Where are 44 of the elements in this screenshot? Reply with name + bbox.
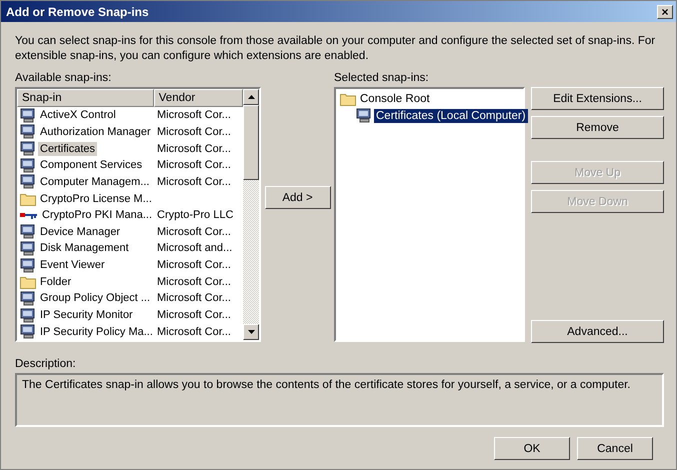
vendor-cell-text: Microsoft Cor... <box>156 142 231 155</box>
vendor-cell-text: Microsoft Cor... <box>156 259 231 272</box>
snapin-name[interactable]: CryptoPro License M... <box>38 192 154 206</box>
dialog-button[interactable]: OK <box>494 437 570 460</box>
vendor-cell-text: Microsoft Cor... <box>156 292 231 304</box>
add-button[interactable]: Add > <box>264 186 330 209</box>
vendor-cell-text: Microsoft Cor... <box>156 159 231 172</box>
vendor-cell-text: Microsoft Cor... <box>156 176 231 188</box>
snapin-name[interactable]: Computer Managem... <box>38 174 152 189</box>
snapin-name[interactable]: ActiveX Control <box>38 108 118 122</box>
description-text: The Certificates snap-in allows you to browse the contents of the certificate stores for yourself, a service, or a computer. <box>22 379 631 391</box>
vendor-cell-text: Microsoft Cor... <box>156 309 231 321</box>
vendor-cell-text: Microsoft Cor... <box>156 276 231 288</box>
vendor-cell-text: Microsoft and... <box>156 242 232 254</box>
available-snapins-label: Available snap-ins: <box>15 72 112 86</box>
vendor-cell-text: Microsoft Cor... <box>156 226 231 238</box>
tree-item[interactable]: Certificates (Local Computer) <box>374 108 528 122</box>
snapin-name[interactable]: Certificates <box>38 142 98 156</box>
vendor-cell-text: Microsoft Cor... <box>156 126 231 138</box>
snapin-name[interactable]: Device Manager <box>38 224 122 239</box>
snapin-name[interactable]: Disk Management <box>38 241 131 256</box>
snapin-name[interactable]: IP Security Policy Ma... <box>38 324 155 339</box>
vendor-cell-text: Crypto-Pro LLC <box>156 209 234 222</box>
vendor-cell-text: Microsoft Cor... <box>156 109 231 122</box>
window-title: Add or Remove Snap-ins <box>6 4 149 18</box>
snapin-name[interactable]: Event Viewer <box>38 258 107 272</box>
snapin-name[interactable]: Authorization Manager <box>38 124 153 139</box>
instructions-text: You can select snap-ins for this console from those available on your computer and configure the selected set of snap-ins. For extensible snap-ins, you can configure which extensions are enabled. <box>15 34 656 64</box>
description-label: Description: <box>15 358 77 372</box>
snapin-name[interactable]: CryptoPro PKI Mana... <box>40 208 154 222</box>
snapin-name[interactable]: IP Security Monitor <box>38 308 135 322</box>
column-header[interactable]: Snap-in <box>17 89 154 107</box>
side-button[interactable]: Remove <box>531 116 664 139</box>
tree-item[interactable]: Console Root <box>358 92 432 106</box>
snapin-name[interactable]: Group Policy Object ... <box>38 291 152 306</box>
side-button[interactable]: Advanced... <box>531 320 664 343</box>
column-header[interactable]: Vendor <box>154 89 243 107</box>
snapin-name[interactable]: Folder <box>38 274 74 289</box>
snapin-name[interactable]: Component Services <box>38 158 144 172</box>
dialog-button[interactable]: Cancel <box>577 437 653 460</box>
side-button[interactable]: Edit Extensions... <box>531 87 664 110</box>
close-button[interactable]: × <box>657 4 673 18</box>
selected-snapins-label: Selected snap-ins: <box>334 72 430 86</box>
vendor-cell-text: Microsoft Cor... <box>156 326 231 338</box>
